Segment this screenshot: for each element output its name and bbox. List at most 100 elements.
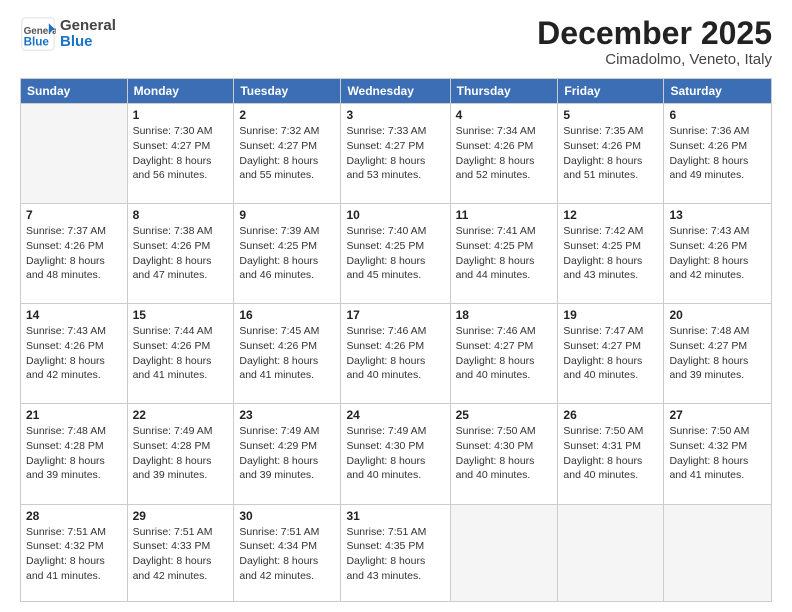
calendar-cell: 9Sunrise: 7:39 AMSunset: 4:25 PMDaylight… <box>234 204 341 304</box>
calendar-cell: 25Sunrise: 7:50 AMSunset: 4:30 PMDayligh… <box>450 404 558 504</box>
day-number: 15 <box>133 308 229 322</box>
day-number: 8 <box>133 208 229 222</box>
day-number: 30 <box>239 509 335 523</box>
calendar-cell: 20 Sunrise: 7:48 AMSunset: 4:27 PMDayligh… <box>664 304 772 404</box>
day-info: Sunrise: 7:50 AMSunset: 4:32 PMDaylight:… <box>669 424 766 483</box>
title-block: December 2025 Cimadolmo, Veneto, Italy <box>537 16 772 68</box>
day-info: Sunrise: 7:32 AMSunset: 4:27 PMDaylight:… <box>239 124 335 183</box>
day-info: Sunrise: 7:51 AMSunset: 4:32 PMDaylight:… <box>26 525 122 584</box>
day-number: 24 <box>346 408 444 422</box>
calendar-cell: 11Sunrise: 7:41 AMSunset: 4:25 PMDayligh… <box>450 204 558 304</box>
day-number: 20 <box>669 308 766 322</box>
calendar-cell: 28 Sunrise: 7:51 AMSunset: 4:32 PMDayligh… <box>21 504 128 602</box>
day-number: 7 <box>26 208 122 222</box>
calendar-cell: 16 Sunrise: 7:45 AMSunset: 4:26 PMDayligh… <box>234 304 341 404</box>
logo: General Blue General Blue <box>20 16 116 52</box>
day-number: 2 <box>239 108 335 122</box>
logo-general-text: General <box>60 18 116 35</box>
calendar-cell: 4Sunrise: 7:34 AMSunset: 4:26 PMDaylight… <box>450 104 558 204</box>
day-info: Sunrise: 7:48 AMSunset: 4:28 PMDaylight:… <box>26 424 122 483</box>
day-number: 23 <box>239 408 335 422</box>
calendar-cell: 19 Sunrise: 7:47 AMSunset: 4:27 PMDayligh… <box>558 304 664 404</box>
day-info: Sunrise: 7:36 AMSunset: 4:26 PMDaylight:… <box>669 124 766 183</box>
week-row-0: 1Sunrise: 7:30 AMSunset: 4:27 PMDaylight… <box>21 104 772 204</box>
weekday-header-wednesday: Wednesday <box>341 79 450 104</box>
day-number: 27 <box>669 408 766 422</box>
day-info: Sunrise: 7:51 AMSunset: 4:33 PMDaylight:… <box>133 525 229 584</box>
calendar-cell <box>450 504 558 602</box>
day-info: Sunrise: 7:43 AMSunset: 4:26 PMDaylight:… <box>26 324 122 383</box>
weekday-header-sunday: Sunday <box>21 79 128 104</box>
svg-text:Blue: Blue <box>24 36 50 49</box>
calendar-cell <box>558 504 664 602</box>
day-info: Sunrise: 7:39 AMSunset: 4:25 PMDaylight:… <box>239 224 335 283</box>
day-number: 13 <box>669 208 766 222</box>
day-number: 18 <box>456 308 553 322</box>
day-info: Sunrise: 7:42 AMSunset: 4:25 PMDaylight:… <box>563 224 658 283</box>
day-number: 14 <box>26 308 122 322</box>
day-number: 16 <box>239 308 335 322</box>
day-number: 6 <box>669 108 766 122</box>
day-info: Sunrise: 7:51 AMSunset: 4:34 PMDaylight:… <box>239 525 335 584</box>
day-number: 19 <box>563 308 658 322</box>
day-info: Sunrise: 7:35 AMSunset: 4:26 PMDaylight:… <box>563 124 658 183</box>
calendar-cell: 5 Sunrise: 7:35 AMSunset: 4:26 PMDaylight… <box>558 104 664 204</box>
location-subtitle: Cimadolmo, Veneto, Italy <box>537 51 772 68</box>
day-info: Sunrise: 7:49 AMSunset: 4:28 PMDaylight:… <box>133 424 229 483</box>
calendar-cell: 24 Sunrise: 7:49 AMSunset: 4:30 PMDayligh… <box>341 404 450 504</box>
weekday-header-saturday: Saturday <box>664 79 772 104</box>
day-info: Sunrise: 7:48 AMSunset: 4:27 PMDaylight:… <box>669 324 766 383</box>
day-number: 21 <box>26 408 122 422</box>
weekday-header-monday: Monday <box>127 79 234 104</box>
day-info: Sunrise: 7:49 AMSunset: 4:30 PMDaylight:… <box>346 424 444 483</box>
calendar-table: SundayMondayTuesdayWednesdayThursdayFrid… <box>20 78 772 602</box>
logo-icon: General Blue <box>20 16 56 52</box>
month-title: December 2025 <box>537 16 772 51</box>
week-row-3: 21 Sunrise: 7:48 AMSunset: 4:28 PMDayligh… <box>21 404 772 504</box>
calendar-cell: 1Sunrise: 7:30 AMSunset: 4:27 PMDaylight… <box>127 104 234 204</box>
week-row-4: 28 Sunrise: 7:51 AMSunset: 4:32 PMDayligh… <box>21 504 772 602</box>
calendar-cell: 18 Sunrise: 7:46 AMSunset: 4:27 PMDayligh… <box>450 304 558 404</box>
day-number: 28 <box>26 509 122 523</box>
day-number: 29 <box>133 509 229 523</box>
day-number: 5 <box>563 108 658 122</box>
header: General Blue General Blue December 2025 … <box>20 16 772 68</box>
day-number: 26 <box>563 408 658 422</box>
calendar-cell: 6 Sunrise: 7:36 AMSunset: 4:26 PMDaylight… <box>664 104 772 204</box>
calendar-cell: 14 Sunrise: 7:43 AMSunset: 4:26 PMDayligh… <box>21 304 128 404</box>
day-number: 17 <box>346 308 444 322</box>
calendar-cell <box>21 104 128 204</box>
day-number: 10 <box>346 208 444 222</box>
calendar-cell: 30 Sunrise: 7:51 AMSunset: 4:34 PMDayligh… <box>234 504 341 602</box>
calendar-cell: 31Sunrise: 7:51 AMSunset: 4:35 PMDayligh… <box>341 504 450 602</box>
day-number: 11 <box>456 208 553 222</box>
calendar-cell: 23 Sunrise: 7:49 AMSunset: 4:29 PMDayligh… <box>234 404 341 504</box>
day-info: Sunrise: 7:46 AMSunset: 4:26 PMDaylight:… <box>346 324 444 383</box>
weekday-header-row: SundayMondayTuesdayWednesdayThursdayFrid… <box>21 79 772 104</box>
calendar-cell: 15Sunrise: 7:44 AMSunset: 4:26 PMDayligh… <box>127 304 234 404</box>
day-info: Sunrise: 7:45 AMSunset: 4:26 PMDaylight:… <box>239 324 335 383</box>
day-info: Sunrise: 7:50 AMSunset: 4:31 PMDaylight:… <box>563 424 658 483</box>
calendar-cell: 13Sunrise: 7:43 AMSunset: 4:26 PMDayligh… <box>664 204 772 304</box>
calendar-cell: 2 Sunrise: 7:32 AMSunset: 4:27 PMDaylight… <box>234 104 341 204</box>
day-number: 12 <box>563 208 658 222</box>
calendar-cell <box>664 504 772 602</box>
day-info: Sunrise: 7:46 AMSunset: 4:27 PMDaylight:… <box>456 324 553 383</box>
weekday-header-friday: Friday <box>558 79 664 104</box>
calendar-cell: 8Sunrise: 7:38 AMSunset: 4:26 PMDaylight… <box>127 204 234 304</box>
calendar-cell: 3Sunrise: 7:33 AMSunset: 4:27 PMDaylight… <box>341 104 450 204</box>
day-number: 4 <box>456 108 553 122</box>
calendar-cell: 10Sunrise: 7:40 AMSunset: 4:25 PMDayligh… <box>341 204 450 304</box>
weekday-header-tuesday: Tuesday <box>234 79 341 104</box>
calendar-cell: 12 Sunrise: 7:42 AMSunset: 4:25 PMDayligh… <box>558 204 664 304</box>
calendar-cell: 21 Sunrise: 7:48 AMSunset: 4:28 PMDayligh… <box>21 404 128 504</box>
week-row-2: 14 Sunrise: 7:43 AMSunset: 4:26 PMDayligh… <box>21 304 772 404</box>
calendar-cell: 26 Sunrise: 7:50 AMSunset: 4:31 PMDayligh… <box>558 404 664 504</box>
day-info: Sunrise: 7:49 AMSunset: 4:29 PMDaylight:… <box>239 424 335 483</box>
day-info: Sunrise: 7:51 AMSunset: 4:35 PMDaylight:… <box>346 525 444 584</box>
logo-blue-text: Blue <box>60 34 116 51</box>
day-info: Sunrise: 7:47 AMSunset: 4:27 PMDaylight:… <box>563 324 658 383</box>
day-number: 3 <box>346 108 444 122</box>
calendar-cell: 29 Sunrise: 7:51 AMSunset: 4:33 PMDayligh… <box>127 504 234 602</box>
day-number: 25 <box>456 408 553 422</box>
